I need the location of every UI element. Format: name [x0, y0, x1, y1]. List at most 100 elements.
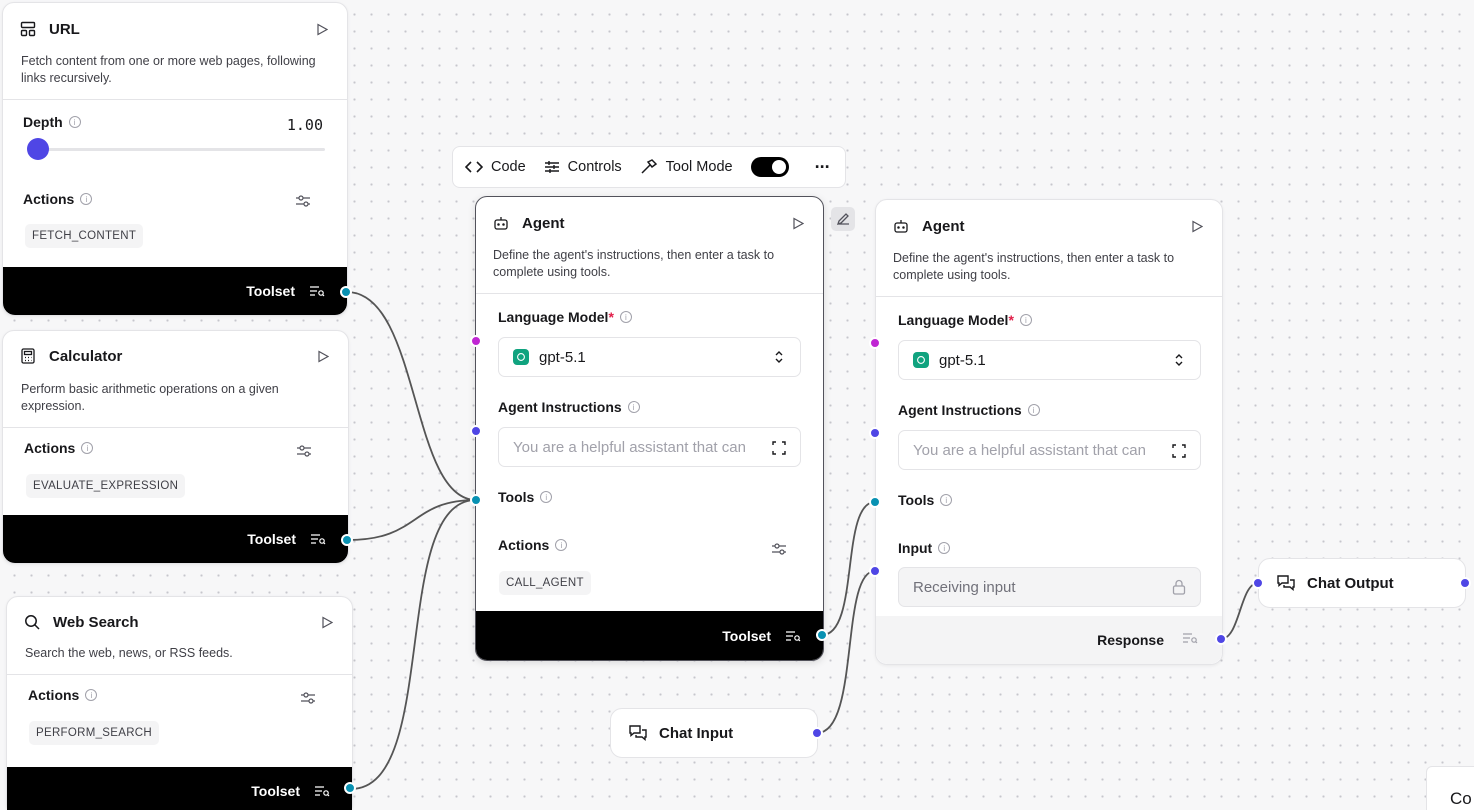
language-model-label-text: Language Model — [898, 312, 1009, 328]
depth-label: Depth i — [23, 114, 81, 130]
depth-slider-thumb[interactable] — [27, 138, 49, 160]
websearch-toolset-handle[interactable] — [344, 782, 356, 794]
chat-output-title: Chat Output — [1307, 574, 1394, 592]
toolset-icon — [314, 785, 330, 797]
layout-icon — [19, 20, 37, 38]
calculator-node[interactable]: Calculator Perform basic arithmetic oper… — [2, 330, 349, 564]
toolset-bar: Toolset — [7, 767, 352, 810]
node-description: Fetch content from one or more web pages… — [21, 54, 316, 85]
depth-value: 1.00 — [286, 116, 323, 134]
agent-instructions-label: Agent Instructions i — [498, 399, 640, 415]
language-model-value: gpt-5.1 — [539, 348, 586, 366]
toolset-bar: Toolset — [3, 267, 347, 315]
chat-output-input-handle[interactable] — [1252, 577, 1264, 589]
node-description: Search the web, news, or RSS feeds. — [25, 646, 233, 660]
calculator-toolset-handle[interactable] — [341, 534, 353, 546]
chat-output-output-handle[interactable] — [1459, 577, 1471, 589]
openai-icon — [513, 349, 529, 365]
actions-label: Actions i — [28, 687, 98, 703]
agent-instructions-placeholder: You are a helpful assistant that can — [913, 441, 1146, 459]
edit-node-button[interactable] — [831, 207, 855, 231]
calculator-icon — [19, 347, 37, 365]
expand-icon[interactable] — [1172, 444, 1186, 462]
actions-label-text: Actions — [28, 687, 80, 703]
node-title: URL — [49, 20, 80, 38]
response-output-bar: Response — [876, 616, 1222, 664]
agent2-response-handle[interactable] — [1215, 633, 1227, 645]
agent1-tools-handle[interactable] — [470, 494, 482, 506]
agent1-instructions-handle[interactable] — [470, 425, 482, 437]
agent-instructions-input[interactable]: You are a helpful assistant that can — [498, 427, 801, 467]
agent-instructions-input[interactable]: You are a helpful assistant that can — [898, 430, 1201, 470]
controls-button[interactable]: Controls — [544, 159, 622, 175]
tool-mode-button[interactable]: Tool Mode — [640, 159, 733, 175]
websearch-node[interactable]: Web Search Search the web, news, or RSS … — [6, 596, 353, 810]
actions-label-text: Actions — [24, 440, 76, 456]
settings-icon[interactable] — [295, 194, 311, 213]
chat-output-node[interactable]: Chat Output — [1258, 558, 1466, 608]
edge-agent2-to-chatoutput — [1220, 582, 1259, 640]
more-options-button[interactable]: ··· — [815, 157, 831, 178]
chat-input-node[interactable]: Chat Input — [610, 708, 818, 758]
agent-instructions-placeholder: You are a helpful assistant that can — [513, 438, 746, 456]
depth-slider-track[interactable] — [27, 148, 325, 151]
agent1-toolset-handle[interactable] — [816, 629, 828, 641]
divider — [476, 293, 823, 294]
agent2-input-handle[interactable] — [869, 565, 881, 577]
language-model-select[interactable]: gpt-5.1 — [898, 340, 1201, 380]
expand-icon[interactable] — [772, 441, 786, 459]
agent2-language-model-handle[interactable] — [869, 337, 881, 349]
agent-node-2[interactable]: Agent Define the agent's instructions, t… — [875, 199, 1223, 665]
sliders-icon — [544, 161, 559, 173]
node-description: Perform basic arithmetic operations on a… — [21, 382, 279, 413]
url-node[interactable]: URL Fetch content from one or more web p… — [2, 2, 348, 316]
agent2-instructions-handle[interactable] — [869, 427, 881, 439]
input-label-text: Input — [898, 540, 933, 556]
required-marker: * — [608, 309, 614, 325]
corner-panel-text: Co — [1450, 789, 1472, 808]
toolset-label: Toolset — [247, 531, 296, 547]
settings-icon[interactable] — [300, 691, 316, 710]
toolset-icon — [309, 285, 325, 297]
agent-node-1[interactable]: Agent Define the agent's instructions, t… — [475, 196, 824, 661]
response-label: Response — [1097, 632, 1164, 648]
play-icon[interactable] — [1190, 219, 1204, 233]
settings-icon[interactable] — [296, 444, 312, 463]
play-icon[interactable] — [315, 22, 329, 36]
language-model-label-text: Language Model — [498, 309, 609, 325]
action-badge[interactable]: EVALUATE_EXPRESSION — [26, 474, 186, 498]
edge-websearch-to-agent-tools — [350, 499, 477, 790]
chat-input-output-handle[interactable] — [811, 727, 823, 739]
search-icon — [23, 613, 41, 631]
language-model-label: Language Model * i — [898, 312, 1032, 328]
actions-label: Actions i — [23, 191, 93, 207]
info-icon: i — [68, 116, 81, 128]
settings-icon[interactable] — [771, 542, 787, 561]
language-model-select[interactable]: gpt-5.1 — [498, 337, 801, 377]
code-label: Code — [491, 159, 526, 175]
action-badge[interactable]: PERFORM_SEARCH — [29, 721, 160, 745]
edge-calculator-to-agent-tools — [347, 499, 477, 541]
code-button[interactable]: Code — [465, 159, 526, 175]
tool-mode-toggle[interactable] — [750, 157, 789, 177]
info-icon: i — [627, 401, 640, 413]
action-badge[interactable]: FETCH_CONTENT — [25, 224, 144, 248]
corner-panel[interactable]: Co — [1426, 766, 1474, 810]
url-toolset-handle[interactable] — [340, 286, 352, 298]
tools-label-text: Tools — [498, 489, 535, 505]
language-model-value: gpt-5.1 — [939, 351, 986, 369]
language-model-label: Language Model * i — [498, 309, 632, 325]
agent2-tools-handle[interactable] — [869, 496, 881, 508]
input-placeholder: Receiving input — [913, 578, 1016, 596]
toolset-bar: Toolset — [3, 515, 348, 563]
node-description: Define the agent's instructions, then en… — [493, 248, 775, 279]
play-icon[interactable] — [320, 615, 334, 629]
action-badge[interactable]: CALL_AGENT — [499, 571, 591, 595]
node-toolbar: Code Controls Tool Mode ··· — [452, 146, 846, 188]
agent1-language-model-handle[interactable] — [470, 335, 482, 347]
agent-instructions-label-text: Agent Instructions — [898, 402, 1022, 418]
play-icon[interactable] — [791, 216, 805, 230]
chat-input-title: Chat Input — [659, 724, 734, 742]
info-icon: i — [555, 539, 568, 551]
play-icon[interactable] — [316, 349, 330, 363]
